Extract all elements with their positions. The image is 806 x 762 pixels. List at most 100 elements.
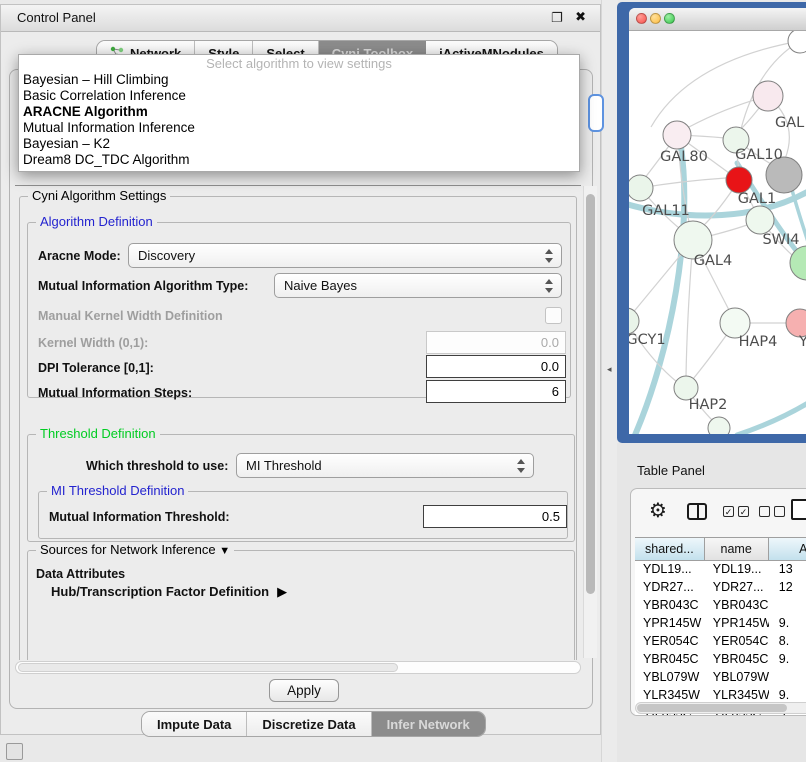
network-node-green[interactable] [790,246,806,280]
tab-infer-network[interactable]: Infer Network [372,712,485,736]
node-label-gal4: GAL4 [694,253,732,269]
column-header-shared[interactable]: shared... [635,538,705,560]
table-row[interactable]: YBL079WYBL079W [635,669,806,687]
network-node-bottom[interactable] [708,417,730,434]
collapse-down-icon[interactable]: ▼ [219,545,230,557]
tab-infer-network-label: Infer Network [387,717,470,732]
tab-impute-data[interactable]: Impute Data [142,712,247,736]
gear-icon[interactable]: ⚙ [649,498,667,523]
algorithm-option-bayesian-k2[interactable]: Bayesian – K2 [19,136,579,152]
table-row[interactable]: YER054CYER054C8. [635,633,806,651]
node-label-gcy1: GCY1 [629,332,666,348]
aracne-mode-value: Discovery [138,248,195,263]
threshold-definition-title: Threshold Definition [36,426,160,441]
table-row[interactable]: YBR043CYBR043C [635,597,806,615]
network-window-titlebar[interactable] [629,8,806,31]
algorithm-option-aracne[interactable]: ARACNE Algorithm [19,104,579,120]
algorithm-option-mutual-information[interactable]: Mutual Information Inference [19,120,579,136]
node-label-gal11: GAL11 [642,203,690,219]
mutual-information-threshold-input[interactable]: 0.5 [423,505,567,528]
mi-steps-input[interactable]: 6 [426,380,566,403]
tab-discretize-data[interactable]: Discretize Data [247,712,371,736]
table-row[interactable]: YBR045CYBR045C9. [635,651,806,669]
mi-threshold-definition-title: MI Threshold Definition [47,483,188,498]
algorithm-option-bayesian-hill-climbing[interactable]: Bayesian – Hill Climbing [19,72,579,88]
document-icon[interactable] [791,499,806,520]
close-window-icon[interactable]: ✖ [575,10,586,24]
which-threshold-select[interactable]: MI Threshold [236,453,534,478]
settings-viewport: Cyni Algorithm Settings Algorithm Defini… [15,185,581,660]
which-threshold-value: MI Threshold [246,458,322,473]
unchecked-box-icon [774,506,785,517]
network-node-gal1[interactable] [726,167,752,193]
mac-zoom-icon[interactable] [664,13,675,24]
table-panel-card: ⚙ ✓ ✓ shared... name A YDL19...YDL [630,488,806,716]
mi-algorithm-type-select[interactable]: Naive Bayes [274,273,562,298]
kernel-width-label: Kernel Width (0,1): [38,336,148,350]
mutual-information-threshold-value: 0.5 [542,509,560,524]
sources-group: Sources for Network Inference ▼ Data Att… [27,550,575,660]
network-node[interactable] [788,31,806,53]
table-header-row: shared... name A [635,537,806,561]
screen: Control Panel ❐ ✖ Network Style Select C… [0,0,806,762]
mi-algorithm-type-value: Naive Bayes [284,278,357,293]
apply-button[interactable]: Apply [269,679,339,702]
tab-impute-data-label: Impute Data [157,717,231,732]
columns-icon[interactable] [687,503,707,520]
mutual-information-threshold-label: Mutual Information Threshold: [49,510,230,524]
kernel-width-input[interactable]: 0.0 [426,331,566,354]
stepper-arrows-icon [545,278,553,294]
deselect-all-icon[interactable] [759,506,785,517]
threshold-definition-group: Threshold Definition Which threshold to … [27,434,575,542]
control-panel-title: Control Panel [17,10,96,25]
network-canvas[interactable]: GAL GAL80 GAL10 GAL1 GAL11 SWI4 GAL4 GCY… [629,31,806,434]
algorithm-definition-title: Algorithm Definition [36,214,157,229]
table-horizontal-scrollbar[interactable] [635,702,806,714]
network-node-pink[interactable] [786,309,806,337]
select-all-icon[interactable]: ✓ ✓ [723,506,749,517]
scrollbar-thumb[interactable] [18,663,398,672]
network-node-gal-top[interactable] [753,81,783,111]
mi-algorithm-type-label: Mutual Information Algorithm Type: [38,279,248,293]
splitter-collapse-icon[interactable]: ◂ [607,364,612,375]
stepper-arrows-icon [517,458,525,474]
settings-vertical-scrollbar[interactable] [583,186,597,658]
collapsed-panel-icon[interactable] [6,743,23,760]
table-panel: Table Panel ⚙ ✓ ✓ shared... name [617,443,806,762]
dpi-tolerance-value: 0.0 [541,359,559,374]
mi-steps-label: Mutual Information Steps: [38,386,192,400]
mac-minimize-icon[interactable] [650,13,661,24]
table-row[interactable]: YPR145WYPR145W9. [635,615,806,633]
manual-kernel-width-checkbox[interactable] [545,307,562,324]
mac-close-icon[interactable] [636,13,647,24]
scrollbar-thumb[interactable] [637,704,787,712]
node-label-gal10: GAL10 [735,147,783,163]
tab-discretize-data-label: Discretize Data [262,717,355,732]
table-row[interactable]: YDL19...YDL19...13 [635,561,806,579]
node-label-hap4: HAP4 [739,334,778,350]
bottom-tabbar: Impute Data Discretize Data Infer Networ… [141,711,486,737]
column-header-partial[interactable]: A [769,538,806,560]
aracne-mode-select[interactable]: Discovery [128,243,562,268]
aracne-mode-label: Aracne Mode: [38,249,121,263]
settings-horizontal-scrollbar[interactable] [15,661,581,674]
float-window-icon[interactable]: ❐ [551,11,564,24]
scrollbar-thumb[interactable] [586,194,595,594]
table-row[interactable]: YDR27...YDR27...12 [635,579,806,597]
network-node-gal11[interactable] [629,175,653,201]
focused-combo-fragment[interactable] [588,94,604,132]
network-node-swi4[interactable] [746,206,774,234]
algorithm-option-basic-correlation[interactable]: Basic Correlation Inference [19,88,579,104]
data-attributes-label: Data Attributes [36,567,125,581]
mi-steps-value: 6 [552,384,559,399]
mi-threshold-definition-group: MI Threshold Definition Mutual Informati… [38,491,568,539]
algorithm-option-dream8[interactable]: Dream8 DC_TDC Algorithm [19,152,579,168]
node-label-swi4: SWI4 [762,232,799,248]
control-panel-titlebar[interactable]: Control Panel ❐ ✖ [1,5,600,32]
checked-box-icon: ✓ [723,506,734,517]
network-node-gal80[interactable] [663,121,691,149]
network-node-gcy1[interactable] [629,308,639,334]
dpi-tolerance-input[interactable]: 0.0 [426,355,566,378]
node-label-gal80: GAL80 [660,149,708,165]
column-header-name[interactable]: name [705,538,769,560]
